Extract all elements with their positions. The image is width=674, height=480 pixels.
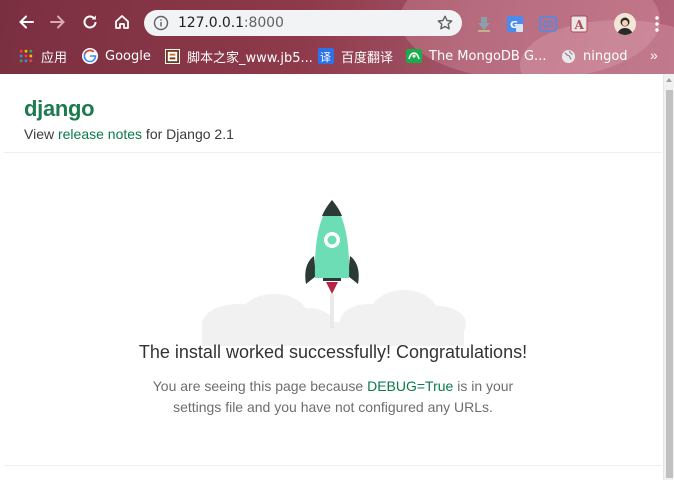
success-headline: The install worked successfully! Congrat… (138, 342, 528, 362)
django-logo[interactable]: django (24, 96, 95, 122)
description-line-2: settings file and you have not configure… (173, 399, 493, 415)
bookmark-label: 应用 (41, 50, 68, 66)
home-icon (115, 15, 129, 29)
globe-icon (560, 48, 576, 64)
bookmark-label: Google (105, 48, 151, 64)
more-vert-icon[interactable] (650, 14, 664, 34)
bookmark-label: ningod (583, 48, 628, 64)
description-suffix: is in your (453, 378, 514, 394)
jb51-icon (164, 48, 180, 64)
arrow-left-icon (19, 15, 34, 29)
bookmark-apps[interactable]: 应用 (18, 45, 67, 67)
mongodb-icon (406, 48, 422, 64)
url-text[interactable]: 127.0.0.1:8000 (178, 15, 284, 31)
release-suffix: for Django 2.1 (142, 126, 234, 142)
arrow-right-icon (50, 15, 65, 29)
django-header: django View release notes for Django 2.1 (4, 74, 662, 153)
release-notes-line: View release notes for Django 2.1 (24, 126, 234, 142)
rocket-fin-right (348, 256, 359, 284)
rocket-illustration (196, 196, 466, 346)
bookmark-mongodb[interactable]: The MongoDB G... (406, 45, 546, 67)
info-icon[interactable] (153, 15, 169, 31)
svg-text:A: A (574, 18, 585, 32)
sync-extension-icon[interactable] (538, 14, 558, 34)
back-button[interactable] (12, 8, 40, 36)
debug-setting: DEBUG=True (367, 378, 454, 394)
text-extension-icon[interactable]: A (569, 14, 589, 34)
description-line-1: You are seeing this page because DEBUG=T… (4, 376, 662, 397)
scrollbar-thumb[interactable] (666, 90, 673, 478)
bookmark-ningod[interactable]: ningod (560, 45, 628, 67)
browser-chrome: 127.0.0.1:8000 G A 应用 Google 脚本之家_www.jb… (0, 0, 674, 74)
bookmark-label: 脚本之家_www.jb5... (187, 50, 313, 66)
url-port: :8000 (243, 15, 284, 31)
bookmark-google[interactable]: Google (82, 45, 151, 67)
forward-button[interactable] (44, 8, 72, 36)
footer-divider (4, 465, 662, 466)
browser-toolbar: 127.0.0.1:8000 G A (0, 4, 674, 40)
scroll-up-arrow-icon[interactable] (666, 78, 672, 82)
google-icon (82, 48, 98, 64)
google-translate-extension-icon[interactable]: G (505, 14, 525, 34)
download-extension-icon[interactable] (474, 14, 494, 34)
more-bookmarks-button[interactable]: » (650, 47, 658, 63)
release-notes-link[interactable]: release notes (58, 126, 142, 142)
page-viewport: django View release notes for Django 2.1 (0, 74, 674, 480)
bookmark-star-icon[interactable] (436, 14, 454, 32)
address-bar[interactable]: 127.0.0.1:8000 (144, 10, 462, 36)
rocket-fin-left (305, 256, 316, 284)
rocket-flame (326, 282, 338, 294)
apps-grid-icon (18, 48, 34, 64)
release-prefix: View (24, 126, 58, 142)
success-description: You are seeing this page because DEBUG=T… (4, 376, 662, 418)
rocket-window-inner (327, 235, 337, 245)
profile-avatar[interactable] (614, 13, 636, 35)
home-button[interactable] (108, 8, 136, 36)
description-prefix: You are seeing this page because (152, 378, 368, 394)
reload-button[interactable] (76, 8, 104, 36)
exhaust-trail (330, 294, 334, 328)
bookmarks-bar: 应用 Google 脚本之家_www.jb5... 译 百度翻译 The Mon… (0, 42, 674, 70)
rocket-base (323, 278, 341, 281)
baidu-translate-icon: 译 (318, 48, 334, 64)
reload-icon (83, 15, 97, 29)
url-host: 127.0.0.1 (178, 15, 244, 31)
bookmark-label: 百度翻译 (341, 50, 394, 66)
rocket-nose (322, 200, 342, 216)
bookmark-baidu-translate[interactable]: 译 百度翻译 (318, 45, 393, 67)
vertical-scrollbar[interactable] (663, 74, 674, 480)
bookmark-label: The MongoDB G... (429, 48, 547, 64)
bookmark-jb51[interactable]: 脚本之家_www.jb5... (164, 45, 313, 67)
svg-text:译: 译 (320, 51, 331, 64)
